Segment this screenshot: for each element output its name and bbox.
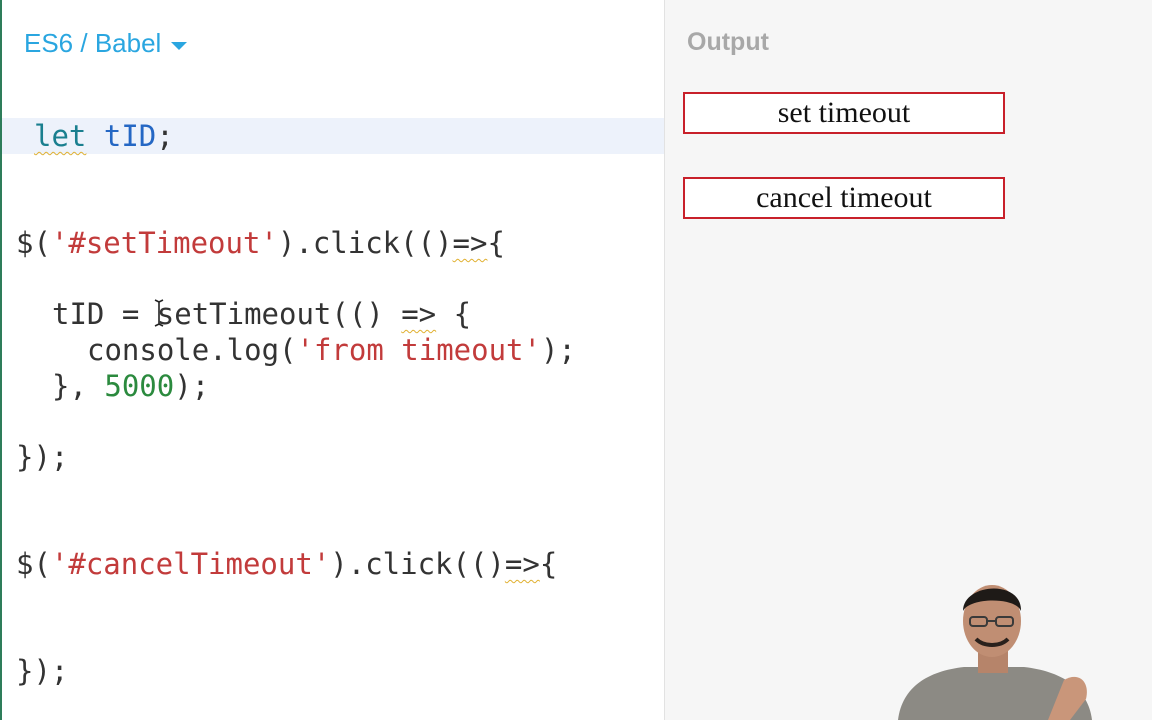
code-text: }, bbox=[52, 369, 105, 403]
code-arrow: => bbox=[452, 226, 488, 260]
code-line-7: $('#cancelTimeout').click(()=>{ bbox=[16, 546, 557, 582]
code-line-6: }); bbox=[16, 440, 69, 474]
code-line-2: $('#setTimeout').click(()=>{ bbox=[16, 225, 505, 261]
set-timeout-button[interactable]: set timeout bbox=[683, 92, 1005, 134]
code-text: = bbox=[104, 297, 157, 331]
code-editor-pane[interactable]: ES6 / Babel let tID; $('#setTimeout').cl… bbox=[0, 0, 666, 720]
code-arrow: => bbox=[401, 297, 437, 331]
text-cursor-icon bbox=[154, 299, 164, 327]
code-line-1: let tID; bbox=[34, 118, 174, 154]
code-string: 'from timeout' bbox=[296, 333, 541, 367]
code-area[interactable]: let tID; $('#setTimeout').click(()=>{ tI… bbox=[2, 0, 666, 720]
code-text: setTimeout(() bbox=[156, 297, 402, 331]
cancel-timeout-button[interactable]: cancel timeout bbox=[683, 177, 1005, 219]
code-keyword: let bbox=[34, 119, 87, 153]
presenter-webcam-figure bbox=[898, 585, 1092, 720]
code-punct: ; bbox=[156, 119, 174, 153]
code-line-5: }, 5000); bbox=[52, 368, 209, 404]
code-number: 5000 bbox=[104, 369, 175, 403]
output-title: Output bbox=[687, 28, 769, 56]
code-text: $( bbox=[16, 226, 51, 260]
code-text: { bbox=[539, 547, 558, 581]
code-string: '#cancelTimeout' bbox=[50, 547, 331, 581]
code-text: ).click(() bbox=[277, 226, 453, 260]
code-string: '#setTimeout' bbox=[50, 226, 278, 260]
code-text: ); bbox=[174, 369, 210, 403]
code-text: $( bbox=[16, 547, 51, 581]
code-line-3: tID = setTimeout(() => { bbox=[52, 296, 471, 332]
code-line-4: console.log('from timeout'); bbox=[87, 332, 576, 368]
code-text: { bbox=[436, 297, 472, 331]
code-variable: tID bbox=[103, 119, 157, 153]
code-variable: tID bbox=[52, 297, 105, 331]
code-arrow: => bbox=[504, 547, 540, 581]
code-text: console.log( bbox=[87, 333, 297, 367]
code-text: { bbox=[487, 226, 505, 260]
code-line-8: }); bbox=[16, 654, 69, 688]
code-text: ); bbox=[540, 333, 576, 367]
code-text: ).click(() bbox=[330, 547, 505, 581]
